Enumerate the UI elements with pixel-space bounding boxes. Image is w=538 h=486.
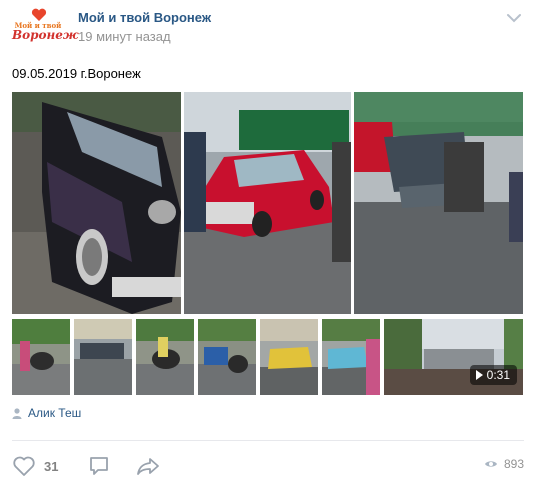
chevron-down-icon[interactable] <box>506 12 522 24</box>
group-name-link[interactable]: Мой и твой Воронеж <box>78 10 211 25</box>
photo-2[interactable] <box>184 92 351 314</box>
post-time[interactable]: 19 минут назад <box>78 29 171 44</box>
comment-icon[interactable] <box>88 455 110 477</box>
views-count: 893 <box>503 457 524 471</box>
photo-1[interactable] <box>12 92 181 314</box>
divider <box>12 440 524 441</box>
likes-count: 31 <box>44 458 59 474</box>
photo-9[interactable] <box>322 319 380 395</box>
avatar-line-2: Воронеж <box>12 28 79 42</box>
photo-4[interactable] <box>12 319 70 395</box>
photo-7[interactable] <box>198 319 256 395</box>
play-icon <box>475 370 483 380</box>
heart-icon <box>13 456 35 476</box>
share-icon[interactable] <box>136 455 160 477</box>
eye-icon <box>484 461 497 467</box>
photo-8[interactable] <box>260 319 318 395</box>
video-duration: 0:31 <box>486 368 510 382</box>
author-name: Алик Теш <box>28 406 82 420</box>
post-author[interactable]: Алик Теш <box>12 406 81 420</box>
post-text: 09.05.2019 г.Воронеж <box>12 66 141 81</box>
post-card: Мой и твой Воронеж Мой и твой Воронеж 19… <box>0 0 538 486</box>
video-duration-badge: 0:31 <box>469 365 517 385</box>
group-avatar[interactable]: Мой и твой Воронеж <box>12 8 79 44</box>
photo-3[interactable] <box>354 92 523 314</box>
person-icon <box>12 407 22 419</box>
video-thumbnail[interactable]: 0:31 <box>384 319 523 395</box>
photo-6[interactable] <box>136 319 194 395</box>
heart-logo-icon <box>31 8 47 21</box>
views-counter: 893 <box>484 457 524 471</box>
photo-5[interactable] <box>74 319 132 395</box>
like-button[interactable]: 31 <box>12 455 58 477</box>
